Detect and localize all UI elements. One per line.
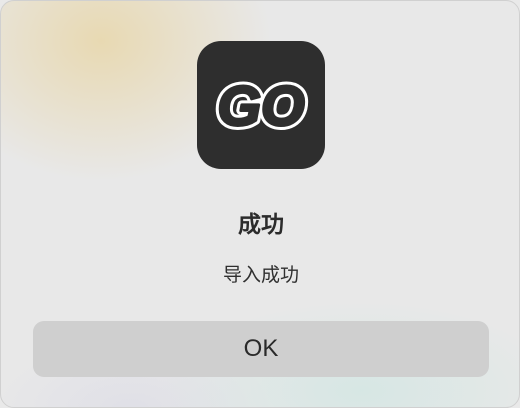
go-logo-icon: GO GO [213,73,309,137]
go-app-icon: GO GO [197,41,325,169]
alert-dialog: GO GO 成功 导入成功 OK [0,0,520,408]
go-logo-inner: GO [217,74,304,137]
ok-button[interactable]: OK [33,321,489,377]
dialog-title: 成功 [238,212,284,238]
dialog-message: 导入成功 [222,264,299,286]
